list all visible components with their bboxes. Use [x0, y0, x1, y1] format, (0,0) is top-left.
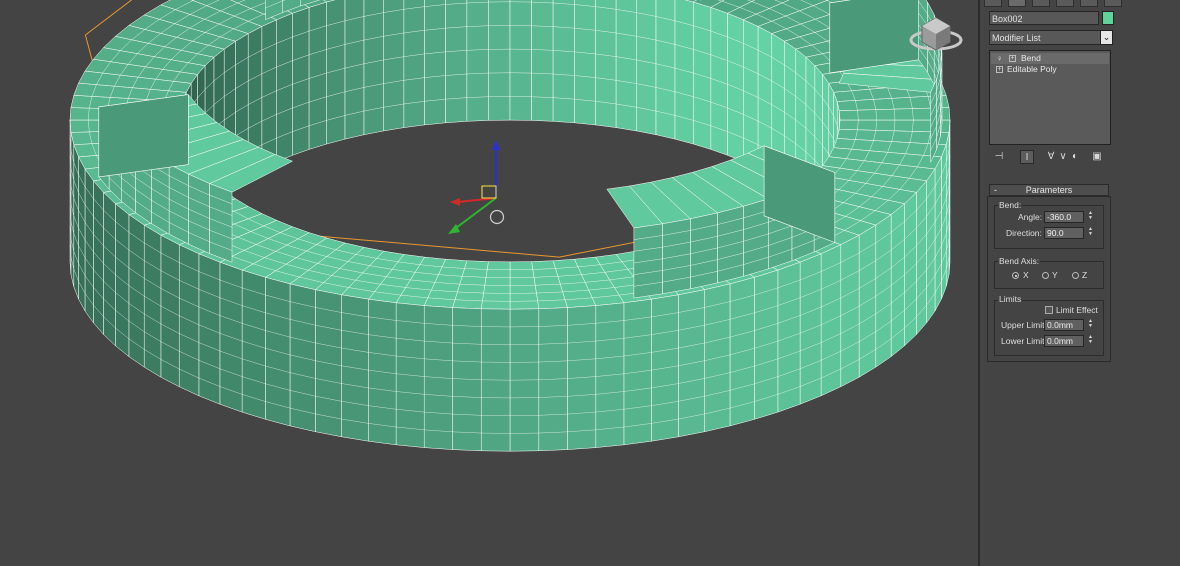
limits-label: Limits — [998, 294, 1023, 304]
axis-z-label: Z — [1082, 270, 1088, 280]
axis-y-radio[interactable] — [1042, 272, 1049, 279]
z-axis-arrow-icon — [492, 140, 500, 150]
object-name-field[interactable]: Box002 — [989, 11, 1099, 25]
expand-icon[interactable]: + — [996, 66, 1003, 73]
expand-icon[interactable]: + — [1009, 55, 1016, 62]
pivot-icon — [489, 209, 505, 225]
lightbulb-icon[interactable]: ♀ — [996, 55, 1003, 63]
show-end-result-icon[interactable]: I — [1020, 150, 1034, 164]
lower-limit-input[interactable]: 0.0mm — [1044, 335, 1084, 347]
upper-limit-label: Upper Limit: — [1001, 320, 1047, 330]
stack-item-label: Editable Poly — [1007, 64, 1057, 74]
utilities-tab-icon[interactable] — [1104, 0, 1122, 7]
direction-input[interactable]: 90.0 — [1044, 227, 1084, 239]
modifier-list-dropdown[interactable]: Modifier List — [989, 30, 1101, 45]
collapse-icon: - — [994, 185, 997, 195]
x-axis-arrow-icon — [450, 198, 460, 206]
upper-limit-spinner[interactable]: ▲ ▼ — [1087, 319, 1094, 331]
modify-tab-icon[interactable] — [1008, 0, 1026, 7]
parameters-rollout: Bend: Angle: -360.0 ▲ ▼ Direction: 90.0 ▲… — [987, 196, 1111, 362]
viewcube-layer — [448, 17, 963, 234]
lower-limit-label: Lower Limit: — [1001, 336, 1047, 346]
upper-limit-input[interactable]: 0.0mm — [1044, 319, 1084, 331]
stack-item-label: Bend — [1021, 53, 1041, 63]
rollout-title: Parameters — [1025, 185, 1073, 195]
stack-item-bend[interactable]: ♀ + Bend — [991, 53, 1109, 64]
limit-effect-checkbox[interactable] — [1045, 306, 1053, 314]
pin-stack-icon[interactable]: ⊣ — [992, 150, 1006, 164]
lower-limit-spinner[interactable]: ▲ ▼ — [1087, 335, 1094, 347]
direction-spinner[interactable]: ▲ ▼ — [1087, 227, 1094, 239]
limit-effect-label: Limit Effect — [1056, 305, 1098, 315]
command-panel-tabs — [980, 0, 1180, 8]
parameters-rollout-header[interactable]: - Parameters — [989, 184, 1109, 196]
motion-tab-icon[interactable] — [1056, 0, 1074, 7]
transform-gizmo[interactable] — [448, 140, 505, 234]
command-panel: Box002 Modifier List ⌄ ♀ + Bend + Editab… — [978, 0, 1180, 566]
chevron-down-icon[interactable]: ⌄ — [1100, 30, 1113, 45]
delete-icon[interactable]: ◐ — [1068, 150, 1082, 164]
modifier-stack[interactable]: ♀ + Bend + Editable Poly — [989, 50, 1111, 145]
axis-x-label: X — [1023, 270, 1029, 280]
viewcube-icon[interactable] — [909, 17, 963, 51]
hierarchy-tab-icon[interactable] — [1032, 0, 1050, 7]
configure-sets-icon[interactable]: ▣ — [1090, 150, 1104, 164]
direction-label: Direction: — [1006, 228, 1042, 238]
angle-label: Angle: — [1018, 212, 1043, 222]
create-tab-icon[interactable] — [984, 0, 1002, 7]
stack-item-editable-poly[interactable]: + Editable Poly — [991, 64, 1109, 75]
axis-z-radio[interactable] — [1072, 272, 1079, 279]
display-tab-icon[interactable] — [1080, 0, 1098, 7]
bend-axis-label: Bend Axis: — [998, 256, 1041, 266]
bend-group-label: Bend: — [998, 200, 1023, 210]
object-color-swatch[interactable] — [1102, 11, 1114, 25]
perspective-viewport[interactable] — [0, 0, 978, 566]
axis-y-label: Y — [1052, 270, 1058, 280]
axis-x-radio[interactable] — [1012, 272, 1019, 279]
angle-input[interactable]: -360.0 — [1044, 211, 1084, 223]
angle-spinner[interactable]: ▲ ▼ — [1087, 211, 1094, 223]
